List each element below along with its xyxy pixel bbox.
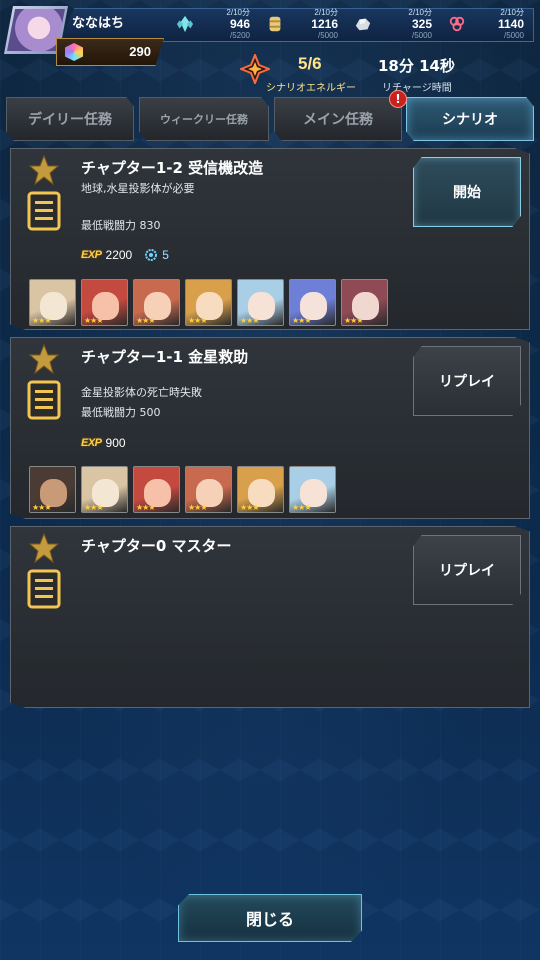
mission-title: チャプター1-2 受信機改造: [81, 159, 264, 177]
resource-scroll-value: 1216: [311, 17, 338, 31]
gem-value: 290: [129, 44, 151, 59]
mission-min-power: 最低戦闘力 500: [81, 406, 161, 419]
rarity-stars: ★★★: [136, 316, 155, 325]
rarity-stars: ★★★: [32, 316, 51, 325]
mission-tabs: デイリー任務 ウィークリー任務 メイン任務 シナリオ: [6, 97, 534, 141]
mission-rewards: EXP 900: [81, 436, 126, 450]
tab-main[interactable]: メイン任務: [274, 97, 402, 141]
close-button[interactable]: 閉じる: [178, 894, 362, 942]
character-portrait: ★★★: [81, 279, 128, 326]
document-icon: [27, 191, 61, 231]
rarity-stars: ★★★: [136, 503, 155, 512]
star-icon: [29, 344, 59, 374]
resource-ore-max: /5000: [411, 31, 432, 40]
resource-ore-value: 325: [411, 17, 432, 31]
scroll-icon: [269, 16, 281, 32]
character-portrait: ★★★: [29, 466, 76, 513]
gem-counter[interactable]: 290: [56, 38, 164, 66]
exp-value: 2200: [105, 248, 133, 262]
core-icon: [449, 16, 465, 32]
gem-icon: [65, 43, 83, 61]
replay-button[interactable]: リプレイ: [413, 535, 521, 605]
scenario-energy-label: シナリオエネルギー: [266, 83, 356, 94]
character-portrait: ★★★: [133, 466, 180, 513]
rarity-stars: ★★★: [292, 503, 311, 512]
character-portrait: ★★★: [289, 279, 336, 326]
character-portrait: ★★★: [81, 466, 128, 513]
tab-daily[interactable]: デイリー任務: [6, 97, 134, 141]
rarity-stars: ★★★: [344, 316, 363, 325]
star-icon: [29, 533, 59, 563]
rarity-stars: ★★★: [292, 316, 311, 325]
resource-core[interactable]: 2/10分 1140 /5000: [478, 8, 524, 42]
resource-core-value: 1140: [497, 17, 524, 31]
rarity-stars: ★★★: [84, 503, 103, 512]
scenario-energy-value: 5/6: [298, 54, 322, 73]
rarity-stars: ★★★: [84, 316, 103, 325]
resource-scroll-max: /5000: [317, 31, 338, 40]
rarity-stars: ★★★: [32, 503, 51, 512]
tab-weekly[interactable]: ウィークリー任務: [139, 97, 269, 141]
resource-header: ななはち 2/10分 946 /5200 2/10分 1216 /5000 2/…: [0, 0, 540, 94]
player-name: ななはち: [72, 16, 125, 31]
crystal-icon: [176, 15, 194, 33]
ore-icon: [355, 18, 371, 31]
mission-requirement: 金星投影体の死亡時失敗: [81, 386, 202, 399]
exp-value: 900: [105, 436, 126, 450]
gear-value: 5: [162, 248, 169, 262]
resource-crystal[interactable]: 2/10分 946 /5200: [206, 8, 250, 42]
character-portrait: ★★★: [185, 466, 232, 513]
start-button[interactable]: 開始: [413, 157, 521, 227]
alert-badge: !: [389, 90, 407, 108]
resource-scroll[interactable]: 2/10分 1216 /5000: [292, 8, 338, 42]
character-list: ★★★ ★★★ ★★★ ★★★ ★★★ ★★★ ★★★: [29, 279, 388, 326]
resource-ore[interactable]: 2/10分 325 /5000: [388, 8, 432, 42]
rarity-stars: ★★★: [240, 316, 259, 325]
mission-title: チャプター0 マスター: [81, 537, 232, 555]
mission-requirement: 地球,水星投影体が必要: [81, 182, 195, 195]
character-portrait: ★★★: [185, 279, 232, 326]
character-portrait: ★★★: [341, 279, 388, 326]
star-icon: [29, 155, 59, 185]
rarity-stars: ★★★: [188, 503, 207, 512]
exp-badge: EXP: [81, 437, 102, 449]
resource-crystal-value: 946: [229, 17, 250, 31]
mission-min-power: 最低戦闘力 830: [81, 219, 161, 232]
mission-card: チャプター1-2 受信機改造 地球,水星投影体が必要 最低戦闘力 830 EXP…: [10, 148, 530, 330]
character-list: ★★★ ★★★ ★★★ ★★★ ★★★ ★★★: [29, 466, 336, 513]
rarity-stars: ★★★: [188, 316, 207, 325]
recharge-time-value: 18分 14秒: [378, 57, 455, 75]
rarity-stars: ★★★: [240, 503, 259, 512]
mission-card: チャプター1-1 金星救助 金星投影体の死亡時失敗 最低戦闘力 500 EXP …: [10, 337, 530, 519]
document-icon: [27, 569, 61, 609]
mission-card: チャプター0 マスター リプレイ: [10, 526, 530, 708]
character-portrait: ★★★: [237, 466, 284, 513]
document-icon: [27, 380, 61, 420]
mission-title: チャプター1-1 金星救助: [81, 348, 249, 366]
character-portrait: ★★★: [237, 279, 284, 326]
replay-button[interactable]: リプレイ: [413, 346, 521, 416]
resource-crystal-max: /5200: [229, 31, 250, 40]
character-portrait: ★★★: [29, 279, 76, 326]
character-portrait: ★★★: [133, 279, 180, 326]
tab-scenario[interactable]: シナリオ: [406, 97, 534, 141]
gear-icon: [145, 249, 158, 261]
resource-core-max: /5000: [503, 31, 524, 40]
mission-rewards: EXP 2200 5: [81, 248, 169, 262]
exp-badge: EXP: [81, 249, 102, 261]
character-portrait: ★★★: [289, 466, 336, 513]
